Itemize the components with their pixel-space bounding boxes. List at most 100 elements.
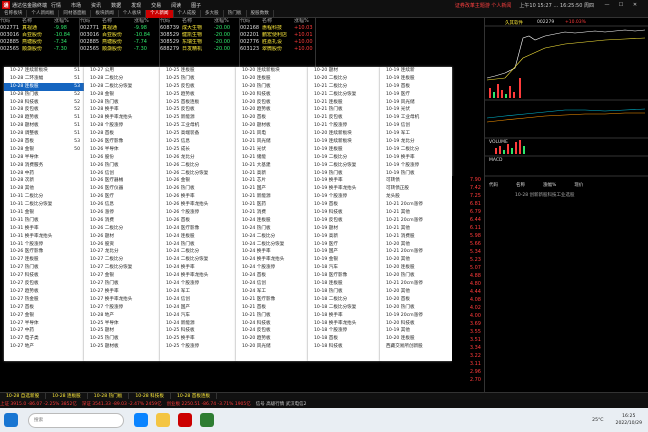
board-menu-item[interactable]: 10-21 医疗影像 [236, 296, 308, 304]
board-tab[interactable]: 热门板 [224, 10, 247, 18]
board-menu-item[interactable]: 10-18 换手率 [308, 312, 380, 320]
board-menu-item[interactable]: 10-24 汽车 [160, 312, 236, 320]
quote-row[interactable]: 002565 顺灏股份 -7.30 [0, 46, 79, 53]
quote-row[interactable]: 002565 顺灏股份 -7.30 [80, 46, 159, 53]
board-menu-item[interactable]: 10-26 首板 [160, 217, 236, 225]
board-menu-item[interactable]: 10-28 换手率龙抬头 [84, 114, 160, 122]
board-tab[interactable]: 名称板块 [0, 10, 28, 18]
board-menu-item[interactable]: 10-26 热门板 [84, 162, 160, 170]
close-icon[interactable]: ✕ [628, 2, 642, 8]
board-menu-item[interactable]: 10-19 首板 [380, 83, 452, 91]
board-menu-item[interactable]: 10-25 首板连板 [160, 99, 236, 107]
board-menu-item[interactable]: 10-20 连板股 [380, 335, 452, 343]
board-menu-item[interactable]: 10-26 消费 [84, 217, 160, 225]
board-menu-item[interactable]: 10-25 半导体 [84, 320, 160, 328]
board-menu-item[interactable]: 10-24 医疗影像 [160, 225, 236, 233]
board-menu-item[interactable]: 10-26 信创 [84, 170, 160, 178]
board-menu-item[interactable]: 10-19 个股涨停 [380, 162, 452, 170]
menu-item[interactable]: 阅读 [171, 2, 181, 9]
board-menu-item[interactable]: 10-28 热门板 [84, 99, 160, 107]
board-menu-item[interactable]: 10-20 首板 [236, 114, 308, 122]
board-menu-item[interactable]: 10-26 龙比分 [160, 154, 236, 162]
board-menu-item[interactable]: 10-28 连板股 53 [4, 82, 84, 91]
board-menu-item[interactable]: 10-21 个股涨停 [308, 122, 380, 130]
quote-col-header[interactable]: 代码 [80, 18, 102, 25]
board-menu-item[interactable]: 10-28 换手率 [84, 106, 160, 114]
board-menu-item[interactable]: 10-21 风光储 [236, 138, 308, 146]
board-menu-item[interactable]: 10-19 龙比分 [380, 138, 452, 146]
board-menu-item[interactable]: 10-18 医疗影像 [308, 272, 380, 280]
index-cy[interactable]: 创业板 2250.51 -86.74 -3.71% 1905亿 [167, 401, 251, 407]
board-menu-item[interactable]: 10-28 热门板 52 [4, 91, 84, 99]
board-menu-item[interactable]: 10-27 首板 [4, 304, 84, 312]
board-menu-item[interactable]: 10-19 首板 [308, 201, 380, 209]
maximize-icon[interactable]: ☐ [614, 2, 628, 8]
board-menu-item[interactable]: 10-19 二板比分 [308, 154, 380, 162]
board-menu-item[interactable]: 10-24 反包板 [236, 327, 308, 335]
board-menu-item[interactable]: 10-19 科技板 [308, 209, 380, 217]
board-tab[interactable]: 个人新闻板 [27, 10, 60, 18]
board-menu-item[interactable]: 10-21 热门板 [308, 106, 380, 114]
board-menu-item[interactable]: 10-25 题材板 [84, 343, 160, 351]
board-menu-item[interactable]: 10-26 医疗影像 [4, 248, 84, 256]
board-menu-item[interactable]: 10-20 其他 [380, 256, 452, 264]
board-menu-item[interactable]: 10-19 热门板 [308, 170, 380, 178]
board-menu-item[interactable]: 10-24 首板 [236, 272, 308, 280]
board-menu-item[interactable]: 10-24 换手率龙抬头 [236, 256, 308, 264]
quote-col-header[interactable]: 涨幅% [54, 18, 74, 25]
board-menu-item[interactable]: 10-21 高新 [236, 170, 308, 178]
board-menu-item[interactable]: 10-24 换手率 [236, 248, 308, 256]
board-menu-item[interactable]: 10-21 二板比分恢复 [308, 91, 380, 99]
quote-col-header[interactable]: 名称 [182, 18, 214, 25]
board-tab[interactable]: 个人新闻 [146, 10, 174, 18]
board-menu-item[interactable]: 10-24 热门板 [160, 241, 236, 249]
board-menu-item[interactable]: 10-25 科技板 [160, 327, 236, 335]
board-menu-item[interactable]: 10-21 热门板 [236, 312, 308, 320]
board-menu-item[interactable]: 10-21 首板 [236, 304, 308, 312]
board-menu-item[interactable]: 10-27 电子类 [4, 335, 84, 343]
menu-item[interactable]: 图子 [191, 2, 201, 9]
board-menu-item[interactable]: 10-24 新能源 [160, 320, 236, 328]
board-menu-item[interactable]: 10-20 其他 [380, 241, 452, 249]
board-menu-item[interactable]: 10-24 热门板 [236, 225, 308, 233]
board-menu-item[interactable]: 10-19 光伏 [380, 106, 452, 114]
board-menu-item[interactable]: 10-24 二板比分恢复 [160, 256, 236, 264]
board-menu-item[interactable]: 10-21 风电 [236, 130, 308, 138]
board-menu-item[interactable]: 10-20 连板股 [380, 264, 452, 272]
board-menu-item[interactable]: 10-21 国产 [236, 185, 308, 193]
board-menu-item[interactable]: 10-31 二板比分恢复 [4, 201, 84, 209]
board-menu-item[interactable]: 10-26 金银 [160, 177, 236, 185]
board-menu-item[interactable]: 10-28 二板比分 [84, 75, 160, 83]
board-menu-item[interactable]: 10-28 首板 [84, 130, 160, 138]
col-price[interactable]: 现价 [574, 182, 583, 188]
board-menu-item[interactable]: 10-19 二板比分 [380, 146, 452, 154]
board-menu-item[interactable]: 10-19 其他 [380, 327, 452, 335]
board-menu-item[interactable]: 10-19 反包板 [308, 217, 380, 225]
board-menu-item[interactable]: 10-26 股资 [84, 241, 160, 249]
board-menu-item[interactable]: 10-24 换手率龙抬头 [160, 272, 236, 280]
weather-label[interactable]: 25°C [592, 418, 603, 423]
board-menu-item[interactable]: 10-24 连板股 [236, 217, 308, 225]
board-menu-item[interactable]: 10-24 国产 [160, 304, 236, 312]
board-menu-item[interactable]: 10-21 连板股 [308, 99, 380, 107]
board-menu-item[interactable]: 10-19 题材 [308, 225, 380, 233]
board-menu-item[interactable]: 10-19 20cm涨停 [380, 312, 452, 320]
board-menu-item[interactable]: 可转债正股 [380, 185, 452, 193]
quote-col-header[interactable]: 涨幅% [294, 18, 314, 25]
board-menu-item[interactable]: 10-24 信创 [236, 280, 308, 288]
board-menu-item[interactable]: 10-20 题材板 [236, 122, 308, 130]
quote-row[interactable]: 603123 翠微股份 +10.00 [240, 46, 315, 53]
board-menu-item[interactable]: 10-26 信息 [84, 201, 160, 209]
board-menu-item[interactable]: 10-21 大基建 [236, 162, 308, 170]
clock[interactable]: 16:25 2022/10/29 [616, 413, 642, 427]
board-menu-item[interactable]: 10-20 连续新板块 [308, 130, 380, 138]
board-menu-item[interactable]: 10-19 医疗 [380, 91, 452, 99]
board-menu-item[interactable]: 10-19 连板股 [380, 75, 452, 83]
board-menu-item[interactable]: 10-20 二板比分 [308, 75, 380, 83]
board-menu-item[interactable]: 10-21 20cm涨停 [380, 248, 452, 256]
board-menu-item[interactable]: 10-20 连板股 [236, 75, 308, 83]
quote-col-header[interactable]: 代码 [0, 18, 22, 25]
quote-col-header[interactable]: 名称 [262, 18, 294, 25]
board-menu-item[interactable]: 10-27 热门板 [4, 264, 84, 272]
board-menu-item[interactable]: 10-18 个股涨停 [308, 327, 380, 335]
